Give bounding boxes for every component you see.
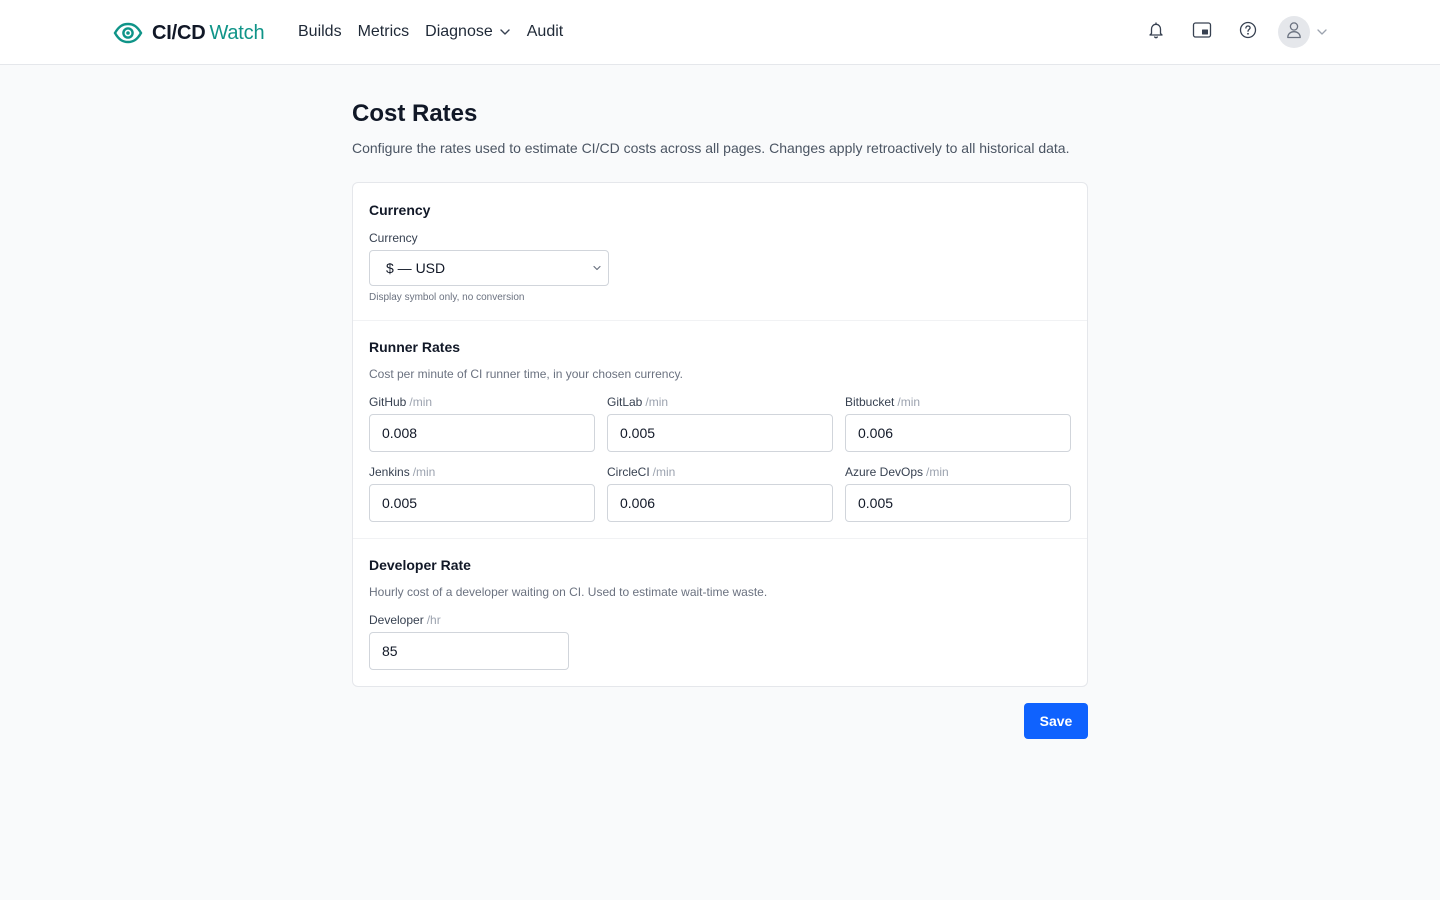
- page-title: Cost Rates: [352, 100, 478, 127]
- chevron-down-icon: [592, 260, 602, 276]
- picture-in-picture-icon: [1192, 21, 1212, 44]
- section-description: Cost per minute of CI runner time, in yo…: [369, 367, 683, 381]
- currency-hint: Display symbol only, no conversion: [369, 292, 525, 303]
- app-name-accent: Watch: [209, 21, 265, 44]
- rate-label: Jenkins/min: [369, 464, 595, 480]
- developer-rate-input[interactable]: 85: [369, 632, 569, 670]
- currency-select[interactable]: $ — USD: [369, 250, 609, 286]
- currency-selected-value: $ — USD: [386, 260, 446, 276]
- rate-unit: /hr: [426, 613, 441, 627]
- app-name-primary: CI/CD: [152, 21, 206, 44]
- azure-devops-rate-input[interactable]: 0.005: [845, 484, 1071, 522]
- user-avatar-icon: [1286, 21, 1302, 44]
- eye-logo-icon: [113, 21, 143, 45]
- nav-item-builds[interactable]: Builds: [298, 23, 342, 41]
- rate-label-name: CircleCI: [607, 465, 650, 479]
- nav-item-metrics[interactable]: Metrics: [358, 23, 410, 41]
- github-rate-input[interactable]: 0.008: [369, 414, 595, 452]
- header-actions: [1126, 16, 1328, 48]
- avatar: [1278, 16, 1310, 48]
- cost-rates-card: Currency Currency $ — USD Display symbol…: [352, 182, 1088, 687]
- nav-item-label: Audit: [526, 23, 564, 40]
- rate-field-gitlab: GitLab/min 0.005: [607, 394, 833, 452]
- jenkins-rate-input[interactable]: 0.005: [369, 484, 595, 522]
- currency-label: Currency: [369, 231, 418, 245]
- rate-field-circleci: CircleCI/min 0.006: [607, 464, 833, 522]
- developer-rate-section: Developer Rate Hourly cost of a develope…: [353, 538, 1087, 686]
- rate-field-azure-devops: Azure DevOps/min 0.005: [845, 464, 1071, 522]
- section-title: Developer Rate: [369, 557, 471, 573]
- rate-unit: /min: [645, 395, 669, 409]
- bitbucket-rate-input[interactable]: 0.006: [845, 414, 1071, 452]
- rate-unit: /min: [409, 395, 433, 409]
- top-navbar: CI/CD Watch Builds Metrics Diagnose Audi…: [0, 0, 1440, 65]
- form-actions: Save: [352, 703, 1088, 739]
- app-logo-link[interactable]: CI/CD Watch: [113, 19, 265, 47]
- rate-label-name: GitHub: [369, 395, 407, 409]
- user-menu-button[interactable]: [1278, 16, 1328, 48]
- rate-unit: /min: [652, 465, 676, 479]
- rate-field-github: GitHub/min 0.008: [369, 394, 595, 452]
- section-description: Hourly cost of a developer waiting on CI…: [369, 585, 768, 599]
- main-nav: Builds Metrics Diagnose Audit: [298, 21, 579, 43]
- notifications-button[interactable]: [1140, 16, 1172, 48]
- rate-unit: /min: [412, 465, 436, 479]
- rate-field-bitbucket: Bitbucket/min 0.006: [845, 394, 1071, 452]
- save-button[interactable]: Save: [1024, 703, 1088, 739]
- nav-item-audit[interactable]: Audit: [527, 23, 563, 41]
- rate-label: Bitbucket/min: [845, 394, 1071, 410]
- rate-unit: /min: [897, 395, 921, 409]
- bell-icon: [1147, 21, 1165, 44]
- section-title: Currency: [369, 202, 431, 218]
- main-content: Cost Rates Configure the rates used to e…: [352, 99, 1088, 739]
- nav-item-label: Builds: [298, 23, 342, 40]
- gitlab-rate-input[interactable]: 0.005: [607, 414, 833, 452]
- rate-unit: /min: [926, 465, 949, 479]
- rate-label: GitHub/min: [369, 394, 595, 410]
- rate-label: GitLab/min: [607, 394, 833, 410]
- runner-rates-grid: GitHub/min 0.008 GitLab/min 0.005 Bitbuc…: [369, 394, 1071, 522]
- developer-rate-field: Developer/hr 85: [369, 612, 569, 670]
- currency-section: Currency Currency $ — USD Display symbol…: [353, 183, 1087, 320]
- rate-label: Azure DevOps/min: [845, 464, 1071, 480]
- chevron-down-icon: [499, 26, 511, 38]
- rate-label-name: Developer: [369, 613, 424, 627]
- rate-label-name: Jenkins: [369, 465, 410, 479]
- rate-label: CircleCI/min: [607, 464, 833, 480]
- rate-label-name: GitLab: [607, 395, 643, 409]
- runner-rates-section: Runner Rates Cost per minute of CI runne…: [353, 320, 1087, 538]
- help-circle-icon: [1239, 21, 1257, 44]
- nav-item-label: Metrics: [357, 23, 410, 40]
- rate-label-name: Azure DevOps: [845, 465, 924, 479]
- circleci-rate-input[interactable]: 0.006: [607, 484, 833, 522]
- picture-in-picture-button[interactable]: [1186, 16, 1218, 48]
- nav-item-label: Diagnose: [425, 23, 493, 40]
- page-description: Configure the rates used to estimate CI/…: [352, 140, 1070, 156]
- section-title: Runner Rates: [369, 339, 461, 355]
- rate-label-name: Bitbucket: [845, 395, 895, 409]
- rate-field-jenkins: Jenkins/min 0.005: [369, 464, 595, 522]
- nav-item-diagnose[interactable]: Diagnose: [425, 23, 511, 41]
- help-button[interactable]: [1232, 16, 1264, 48]
- developer-rate-label: Developer/hr: [369, 612, 569, 628]
- chevron-down-icon: [1316, 26, 1328, 38]
